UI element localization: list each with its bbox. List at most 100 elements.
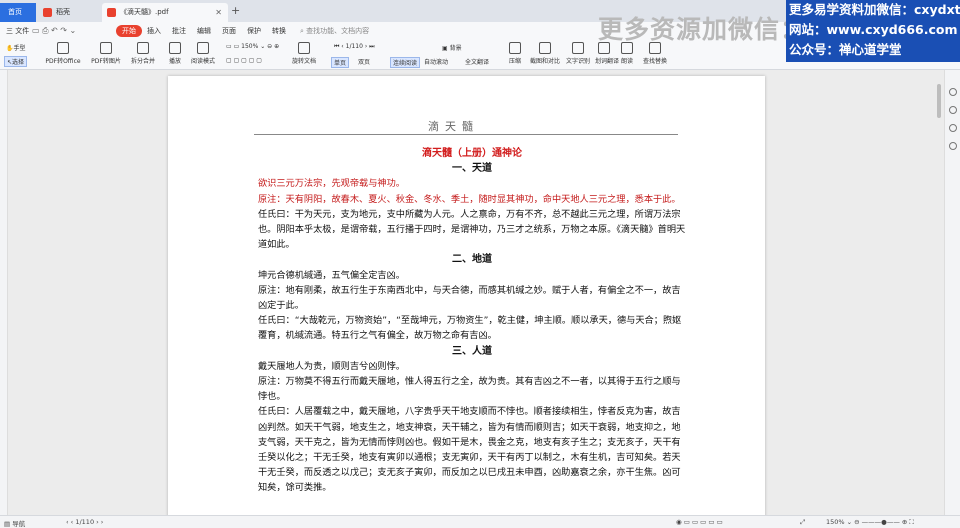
section-heading: 一、天道 <box>452 163 492 175</box>
commentary-paragraph: 任氏曰：人居覆载之中，戴天履地，八字贵乎天干地支顺而不悖也。顺者接续相生，悖者反… <box>258 406 681 494</box>
page-body: 滴天髓（上册）通神论 一、天道 欲识三元万法宗，先观帝载与神功。 原注：天有阴阳… <box>258 146 686 496</box>
rotate-label: 旋转文档 <box>291 58 316 65</box>
menu-tab-edit[interactable]: 编辑 <box>197 26 211 36</box>
menu-tab-page[interactable]: 页面 <box>222 26 236 36</box>
watermark-line-2: 网站：www.cxyd666.com <box>789 22 958 37</box>
header-rule <box>254 134 678 135</box>
play-icon <box>169 42 181 54</box>
read-aloud-label: 朗读 <box>620 58 633 65</box>
play-button[interactable]: 播放 <box>164 42 186 65</box>
close-tab-icon[interactable]: ✕ <box>215 3 222 22</box>
vertical-scrollbar[interactable] <box>937 84 941 118</box>
play-label: 播放 <box>168 58 181 65</box>
menu-file[interactable]: 三 文件 <box>6 26 29 36</box>
screenshot-compare-button[interactable]: 截图和对比 <box>530 42 560 65</box>
running-head: 滴天髓 <box>428 120 479 133</box>
chapter-title: 滴天髓（上册）通神论 <box>422 148 522 159</box>
menu-tab-annotate[interactable]: 批注 <box>172 26 186 36</box>
translate-label: 划词翻译 <box>595 58 620 65</box>
right-tool-panel <box>944 70 960 515</box>
pdf-to-office-label: PDF转Office <box>45 58 81 65</box>
pdf-to-office-button[interactable]: PDF转Office <box>44 42 82 65</box>
menu-tab-protect[interactable]: 保护 <box>247 26 261 36</box>
select-tool[interactable]: ↖选择 <box>4 56 28 67</box>
background-button[interactable]: ▣ 背景 <box>442 43 462 52</box>
left-panel-strip[interactable] <box>0 70 8 515</box>
book-icon <box>197 42 209 54</box>
status-page-nav[interactable]: ‹ ‹ 1/110 › › <box>66 518 103 526</box>
menu-quick-icons[interactable]: ▭ ⎙ ↶ ↷ ⌄ <box>32 26 76 36</box>
compress-label: 压缩 <box>508 58 521 65</box>
single-page-label: 单页 <box>334 60 347 67</box>
original-note: 原注：万物莫不得五行而戴天履地，惟人得五行之全，故为贵。其有吉凶之不一者，以其得… <box>258 376 681 403</box>
watermark-line-3: 公众号：禅心道学堂 <box>789 42 902 57</box>
view-mode-icons[interactable]: ◉ ▭ ▭ ▭ ▭ ▭ <box>676 518 723 526</box>
nav-icon: ▤ <box>4 520 13 528</box>
continuous-read-button[interactable]: 连续阅读 <box>390 57 421 68</box>
new-tab-button[interactable]: + <box>231 4 240 17</box>
double-page-button[interactable]: 双页 <box>358 57 370 66</box>
nav-toggle[interactable]: ▤ 导航 <box>4 518 25 528</box>
watermark-text: 更多资源加微信： <box>598 15 807 44</box>
view-icons[interactable]: ▢ ▢ ▢ ▢ ▢ <box>226 57 262 64</box>
menu-tab-start[interactable]: 开始 <box>116 25 142 37</box>
pdf-to-image-label: PDF转图片 <box>91 58 121 65</box>
select-label: 选择 <box>12 59 25 66</box>
watermark-line-1: 更多易学资料加微信：cxydxt66 <box>789 2 960 17</box>
pdf-to-image-button[interactable]: PDF转图片 <box>88 42 124 65</box>
commentary-paragraph: 任氏曰：“大哉乾元，万物资始”，“至哉坤元，万物资生”，乾主健，坤主顺。顺以承天… <box>258 315 682 342</box>
watermark-box: 更多易学资料加微信：cxydxt66 网站：www.cxyd666.com 公众… <box>786 0 960 62</box>
menu-tab-convert[interactable]: 转换 <box>272 26 286 36</box>
pdf-page: 滴天髓 滴天髓（上册）通神论 一、天道 欲识三元万法宗，先观帝载与神功。 原注：… <box>168 76 765 528</box>
ocr-label: 文字识别 <box>565 58 590 65</box>
full-translate-label: 全文翻译 <box>465 59 490 66</box>
first-page-icon: ⏮ ‹ <box>334 43 346 50</box>
auto-scroll-label: 自动滚动 <box>424 59 449 66</box>
zoom-dropdown-icon: ⌄ ⊖ ———●—— ⊕ ⛶ <box>844 518 914 526</box>
rotate-button[interactable]: 旋转文档 <box>290 42 318 65</box>
compress-button[interactable]: 压缩 <box>504 42 526 65</box>
side-tool-icon[interactable] <box>949 106 957 114</box>
background-label: 背景 <box>449 45 462 52</box>
status-zoom-value: 150% <box>826 518 845 526</box>
read-mode-button[interactable]: 阅读模式 <box>189 42 217 65</box>
pdf-to-office-icon <box>57 42 69 54</box>
tab-home-label: 首页 <box>8 8 22 16</box>
tab-daoke[interactable]: 稻壳 <box>38 3 100 22</box>
auto-scroll-button[interactable]: 自动滚动 <box>424 57 448 66</box>
next-page-icon: › › <box>94 518 104 526</box>
section-heading: 三、人道 <box>452 345 492 357</box>
split-merge-button[interactable]: 拆分合并 <box>127 42 159 65</box>
side-tool-icon[interactable] <box>949 88 957 96</box>
tab-home[interactable]: 首页 <box>0 3 36 22</box>
status-page: 1/110 <box>75 518 95 526</box>
hand-tool[interactable]: ✋手型 <box>6 43 26 52</box>
original-note: 原注：天有阴阳，故春木、夏火、秋金、冬水、季土，随时显其神功，命中天地人三元之理… <box>258 193 681 205</box>
menu-tab-insert[interactable]: 插入 <box>147 26 161 36</box>
read-mode-label: 阅读模式 <box>190 58 215 65</box>
help-icon[interactable] <box>949 124 957 132</box>
compress-icon <box>509 42 521 54</box>
single-page-button[interactable]: 单页 <box>331 57 350 68</box>
status-bar: ▤ 导航 ‹ ‹ 1/110 › › ◉ ▭ ▭ ▭ ▭ ▭ ⤢ 150% ⌄ … <box>0 515 960 528</box>
verse-text: 欲识三元万法宗，先观帝载与神功。 <box>258 178 405 190</box>
daoke-icon <box>43 8 52 17</box>
verse-text: 坤元合德机缄通，五气偏全定吉凶。 <box>258 269 405 281</box>
double-page-label: 双页 <box>358 59 371 66</box>
tab-daoke-label: 稻壳 <box>56 8 70 16</box>
find-replace-label: 查找替换 <box>642 58 667 65</box>
page-indicator: 1/110 <box>345 43 363 50</box>
status-zoom[interactable]: 150% ⌄ ⊖ ———●—— ⊕ ⛶ <box>826 518 914 527</box>
zoom-out-icon: ▭ ▭ <box>226 43 242 50</box>
settings-icon[interactable] <box>949 142 957 150</box>
background-icon: ▣ <box>442 45 450 52</box>
ocr-button[interactable]: 文字识别 <box>564 42 592 65</box>
full-translate-button[interactable]: 全文翻译 <box>465 57 489 66</box>
tab-pdf-document[interactable]: 《滴天髓》.pdf ✕ <box>102 3 228 22</box>
search-box[interactable]: ⌕ 查找功能、文档内容 <box>300 26 369 36</box>
page-navigator[interactable]: ⏮ ‹ 1/110 › ⏭ <box>334 43 375 51</box>
zoom-control[interactable]: ▭ ▭ 150% ⌄ ⊖ ⊕ <box>226 43 279 50</box>
rotate-icon <box>298 42 310 54</box>
fit-icon[interactable]: ⤢ <box>800 518 805 527</box>
scissors-icon <box>539 42 551 54</box>
